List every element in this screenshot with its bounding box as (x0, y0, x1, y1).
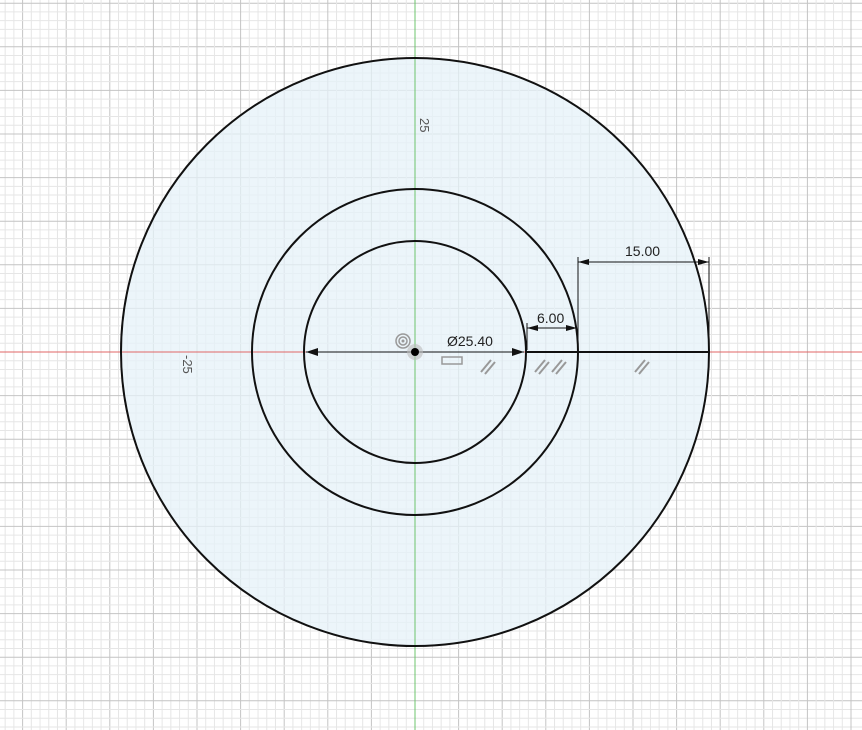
offset-outer-label[interactable]: 15.00 (625, 243, 660, 259)
y-axis-label: 25 (417, 118, 432, 132)
diameter-label[interactable]: Ø25.40 (447, 333, 493, 349)
center-point[interactable] (411, 348, 419, 356)
offset-inner-label[interactable]: 6.00 (537, 310, 564, 326)
sketch-canvas[interactable]: Ø25.40 6.00 15.00 25 -25 (0, 0, 862, 730)
x-axis-label: -25 (180, 355, 195, 374)
